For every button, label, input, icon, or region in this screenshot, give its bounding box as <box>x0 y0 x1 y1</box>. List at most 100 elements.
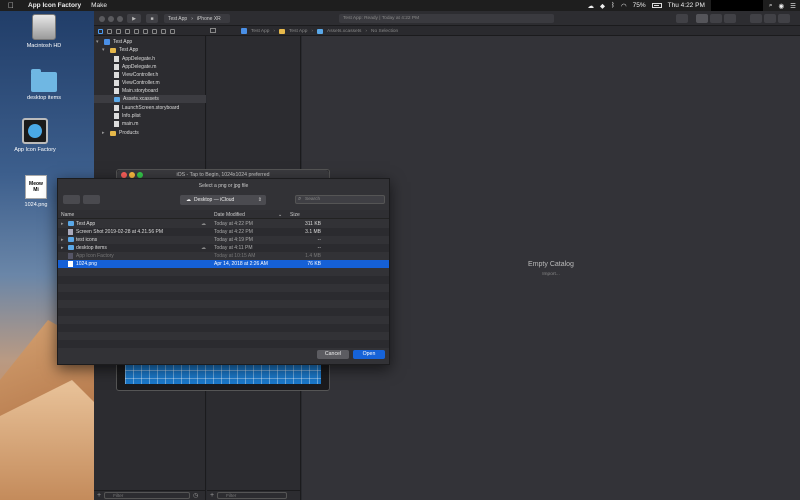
apple-menu-icon[interactable]:  <box>8 1 18 10</box>
column-size[interactable]: Size <box>290 212 300 218</box>
png-thumbnail-text: Meow Mi <box>29 181 43 193</box>
tree-item-file[interactable]: main.m <box>114 120 138 128</box>
wifi-icon[interactable]: ◠ <box>621 2 627 10</box>
battery-percent[interactable]: 75% <box>633 2 646 9</box>
open-button[interactable]: Open <box>353 350 385 359</box>
tree-item-file[interactable]: ViewController.h <box>114 71 158 79</box>
run-button[interactable]: ▶ <box>127 14 141 23</box>
tree-item-assets-selected[interactable]: Assets.xcassets <box>94 95 206 103</box>
add-icon[interactable]: + <box>97 492 101 499</box>
tree-item-label: AppDelegate.h <box>122 56 156 62</box>
spotlight-icon[interactable]: ⌕ <box>769 2 773 10</box>
close-window-icon[interactable] <box>99 16 105 22</box>
tree-item-project[interactable]: ▾ Test App <box>96 38 132 46</box>
chevron-right-icon: › <box>311 28 314 34</box>
clock[interactable]: Thu 4:22 PM <box>668 2 705 9</box>
stop-button[interactable]: ■ <box>146 14 158 23</box>
drop-target-grid[interactable] <box>125 362 321 384</box>
version-editor-button[interactable] <box>724 14 736 23</box>
desktop-icon-app-icon-factory[interactable]: App Icon Factory <box>5 118 65 153</box>
tree-item-label: ViewController.m <box>122 80 160 86</box>
menu-extras: ☁ ◆ ᛒ ◠ 75% Thu 4:22 PM ⌕ ◉ ☰ <box>588 0 796 11</box>
assets-catalog-icon <box>114 96 120 102</box>
battery-icon[interactable] <box>651 3 662 8</box>
creative-cloud-icon[interactable]: ☁ <box>588 2 595 10</box>
minimize-window-icon[interactable] <box>108 16 114 22</box>
zoom-window-icon[interactable] <box>117 16 123 22</box>
disclosure-open-icon[interactable]: ▾ <box>102 47 107 53</box>
assistant-editor-button[interactable] <box>710 14 722 23</box>
grid-icon[interactable] <box>210 28 216 33</box>
cancel-button[interactable]: Cancel <box>317 350 349 359</box>
device-label: iPhone XR <box>196 15 221 22</box>
source-control-icon[interactable] <box>107 28 112 34</box>
dialog-footer: Cancel Open <box>58 344 389 364</box>
folder-icon <box>279 28 286 34</box>
column-name[interactable]: Name <box>61 212 74 218</box>
file-size: -- <box>317 245 321 251</box>
toggle-debug-button[interactable] <box>764 14 776 23</box>
column-date-modified[interactable]: Date Modified <box>214 212 245 218</box>
jumpbar-item[interactable]: Assets.xcassets <box>327 29 361 34</box>
navigator-filter-input[interactable]: Filter <box>104 492 191 499</box>
test-navigator-icon[interactable] <box>143 28 148 34</box>
search-input[interactable]: Search <box>295 195 385 204</box>
asset-filter-input[interactable]: Filter <box>217 492 288 499</box>
desktop-icon-macintosh-hd[interactable]: Macintosh HD <box>14 14 74 49</box>
menu-make[interactable]: Make <box>91 2 107 9</box>
file-row[interactable]: Screen Shot 2019-02-28 at 4.21.56 PM Tod… <box>58 228 389 236</box>
file-row-selected[interactable]: 1024.png Apr 14, 2018 at 2:26 AM 76 KB <box>58 260 389 268</box>
disclosure-closed-icon[interactable]: ▸ <box>61 237 64 243</box>
symbol-navigator-icon[interactable] <box>116 28 121 34</box>
library-button[interactable] <box>676 14 688 23</box>
disclosure-closed-icon[interactable]: ▸ <box>61 221 64 227</box>
issue-navigator-icon[interactable] <box>134 28 139 34</box>
storyboard-icon <box>114 105 119 111</box>
scheme-selector[interactable]: Test App › iPhone XR <box>164 14 230 23</box>
file-row[interactable]: ▸ test icons Today at 4:19 PM -- <box>58 236 389 244</box>
view-mode-button[interactable] <box>63 195 80 204</box>
report-navigator-icon[interactable] <box>170 28 175 34</box>
file-name: desktop items <box>76 245 107 251</box>
siri-icon[interactable]: ◉ <box>779 2 785 10</box>
notification-center-icon[interactable]: ☰ <box>790 2 796 10</box>
location-popup[interactable]: ☁ Desktop — iCloud ⇕ <box>180 195 266 205</box>
file-date: Today at 4:11 PM <box>214 245 253 251</box>
tree-item-file[interactable]: LaunchScreen.storyboard <box>114 104 179 112</box>
image-file-icon <box>68 261 73 267</box>
dropbox-icon[interactable]: ◆ <box>600 2 605 10</box>
disclosure-closed-icon[interactable]: ▸ <box>102 130 107 136</box>
standard-editor-button[interactable] <box>696 14 708 23</box>
file-row-disabled: App Icon Factory Today at 10:15 AM 1.4 M… <box>58 252 389 260</box>
file-row[interactable]: ▸ desktop items ☁ Today at 4:11 PM -- <box>58 244 389 252</box>
recent-files-icon[interactable]: ◷ <box>193 492 198 499</box>
tree-item-file[interactable]: Info.plist <box>114 112 141 120</box>
debug-navigator-icon[interactable] <box>152 28 157 34</box>
jumpbar-item[interactable]: Test App <box>289 29 307 34</box>
add-icon[interactable]: + <box>210 492 214 499</box>
scheme-label: Test App <box>168 15 188 22</box>
bluetooth-icon[interactable]: ᛒ <box>611 2 615 9</box>
project-navigator-icon[interactable] <box>98 28 103 34</box>
jumpbar-item[interactable]: No Selection <box>371 29 398 34</box>
toggle-navigator-button[interactable] <box>750 14 762 23</box>
find-navigator-icon[interactable] <box>125 28 130 34</box>
menu-app-name[interactable]: App Icon Factory <box>28 2 81 9</box>
file-icon <box>114 72 119 78</box>
breakpoint-navigator-icon[interactable] <box>161 28 166 34</box>
tree-item-file[interactable]: Main.storyboard <box>114 87 158 95</box>
disclosure-open-icon[interactable]: ▾ <box>96 39 101 45</box>
tree-item-file[interactable]: ViewController.m <box>114 79 160 87</box>
new-folder-icon[interactable] <box>83 195 100 204</box>
toggle-inspector-button[interactable] <box>778 14 790 23</box>
tree-item-file[interactable]: AppDelegate.h <box>114 55 155 63</box>
empty-row <box>58 276 389 284</box>
tree-item-group[interactable]: ▸ Products <box>102 129 139 137</box>
tree-item-group[interactable]: ▾ Test App <box>102 46 138 54</box>
disclosure-closed-icon[interactable]: ▸ <box>61 245 64 251</box>
jumpbar-item[interactable]: Test App <box>251 29 269 34</box>
file-date: Today at 4:19 PM <box>214 237 253 243</box>
desktop-icon-desktop-items[interactable]: desktop items <box>14 69 74 101</box>
tree-item-file[interactable]: AppDelegate.m <box>114 63 156 71</box>
file-row[interactable]: ▸ Test App ☁ Today at 4:22 PM 311 KB <box>58 220 389 228</box>
